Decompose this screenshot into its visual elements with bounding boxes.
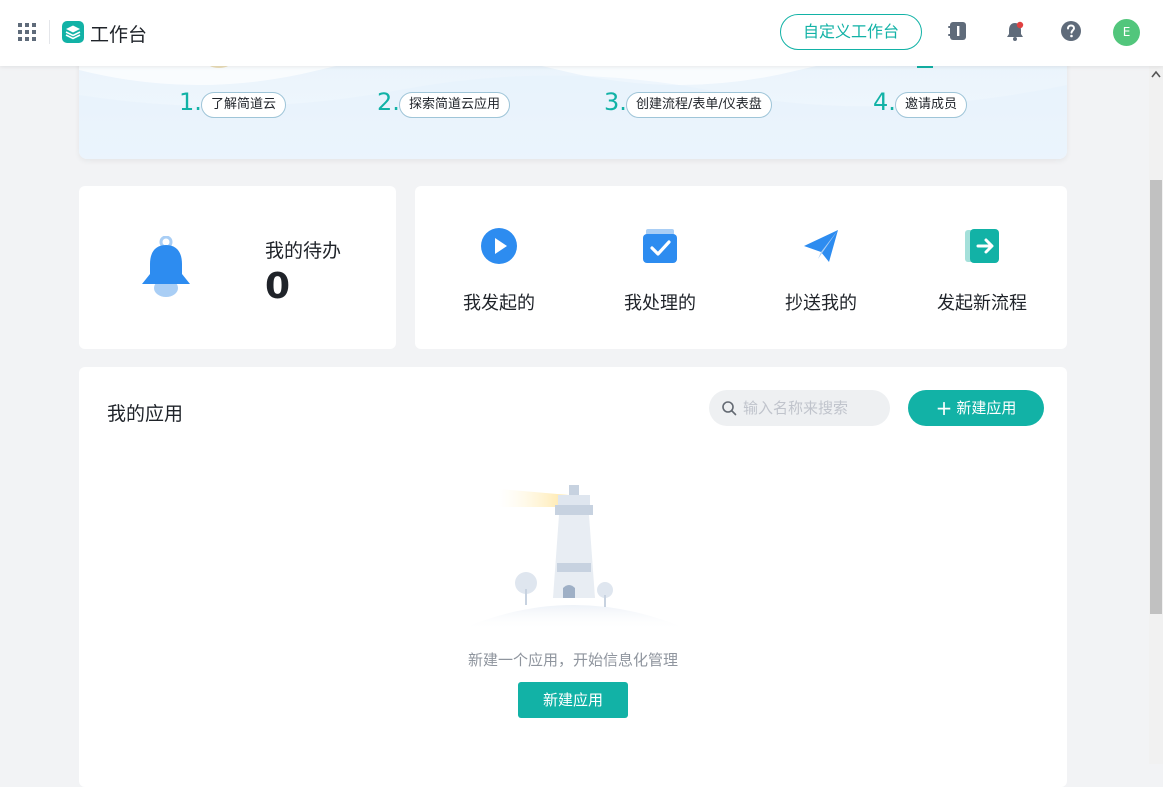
- header-divider: [49, 20, 50, 44]
- app-search-box[interactable]: [709, 390, 890, 426]
- initiated-by-me-shortcut[interactable]: 我发起的: [415, 186, 578, 349]
- app-title: 工作台: [90, 24, 148, 46]
- new-app-button[interactable]: + 新建应用: [908, 390, 1044, 426]
- process-shortcuts-card: 我发起的 我处理的 抄送我的 发起新流程: [415, 186, 1067, 349]
- todo-label: 我的待办: [265, 240, 342, 262]
- scroll-up-arrow-icon[interactable]: [1151, 70, 1161, 78]
- check-box-icon: [643, 229, 677, 263]
- todo-count: 0: [265, 266, 291, 307]
- customize-workbench-button[interactable]: 自定义工作台: [780, 14, 922, 50]
- flow-start-icon: [965, 229, 999, 263]
- empty-state-text: 新建一个应用，开始信息化管理: [467, 651, 678, 669]
- workbench-logo-icon: [62, 21, 84, 43]
- handled-by-me-shortcut[interactable]: 我处理的: [576, 186, 739, 349]
- shortcut-label: 我发起的: [463, 293, 535, 314]
- start-new-process-shortcut[interactable]: 发起新流程: [898, 186, 1061, 349]
- step-create-link[interactable]: 创建流程/表单/仪表盘: [626, 92, 772, 118]
- cc-to-me-shortcut[interactable]: 抄送我的: [737, 186, 900, 349]
- my-apps-title: 我的应用: [107, 403, 184, 425]
- step-number: 4.: [873, 88, 896, 116]
- todo-bell-icon: [142, 236, 190, 297]
- scrollbar-thumb[interactable]: [1150, 180, 1162, 614]
- search-icon: [722, 401, 737, 416]
- user-avatar[interactable]: E: [1113, 19, 1140, 46]
- notebook-icon[interactable]: [947, 20, 969, 42]
- shortcut-label: 发起新流程: [937, 293, 1027, 314]
- lighthouse-empty-illustration: [459, 485, 689, 630]
- apps-grid-icon[interactable]: [17, 22, 37, 42]
- shortcut-label: 抄送我的: [785, 293, 857, 314]
- shortcut-label: 我处理的: [624, 293, 696, 314]
- step-learn-link[interactable]: 了解简道云: [201, 92, 287, 118]
- step-explore-link[interactable]: 探索简道云应用: [399, 92, 511, 118]
- plus-icon: +: [935, 396, 953, 420]
- bell-icon[interactable]: [1004, 20, 1026, 42]
- my-apps-card: 我的应用 +新建应用: [79, 367, 1067, 787]
- step-number: 1.: [179, 88, 202, 116]
- play-circle-icon: [481, 228, 517, 264]
- step-invite-link[interactable]: 邀请成员: [895, 92, 968, 118]
- top-bar: 工作台 自定义工作台 E: [0, 0, 1163, 66]
- new-app-button-label: 新建应用: [956, 399, 1017, 417]
- step-number: 2.: [377, 88, 400, 116]
- todo-card[interactable]: 我的待办 0: [79, 186, 396, 349]
- help-icon[interactable]: [1060, 20, 1082, 42]
- empty-state-new-app-button[interactable]: 新建应用: [518, 682, 628, 718]
- app-search-input[interactable]: [743, 397, 883, 419]
- paper-plane-icon: [804, 230, 838, 262]
- step-number: 3.: [604, 88, 627, 116]
